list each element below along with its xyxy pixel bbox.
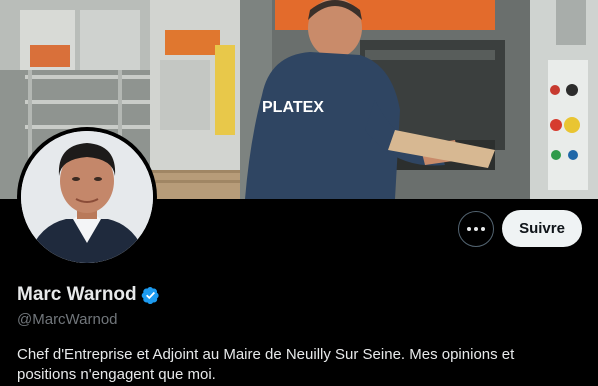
- profile-bio: Chef d'Entreprise et Adjoint au Maire de…: [17, 346, 515, 383]
- profile-handle: @MarcWarnod: [17, 311, 118, 328]
- profile-name-row: Marc Warnod: [17, 284, 160, 306]
- avatar-photo: [21, 131, 153, 263]
- more-horizontal-icon: [467, 227, 485, 231]
- follow-button-label: Suivre: [519, 220, 565, 237]
- profile-avatar[interactable]: [17, 127, 157, 267]
- verified-badge-icon[interactable]: [141, 286, 160, 305]
- more-options-button[interactable]: [458, 211, 494, 247]
- follow-button[interactable]: Suivre: [502, 210, 582, 247]
- display-name: Marc Warnod: [17, 284, 137, 305]
- shirt-logo-text: PLATEX: [262, 99, 324, 116]
